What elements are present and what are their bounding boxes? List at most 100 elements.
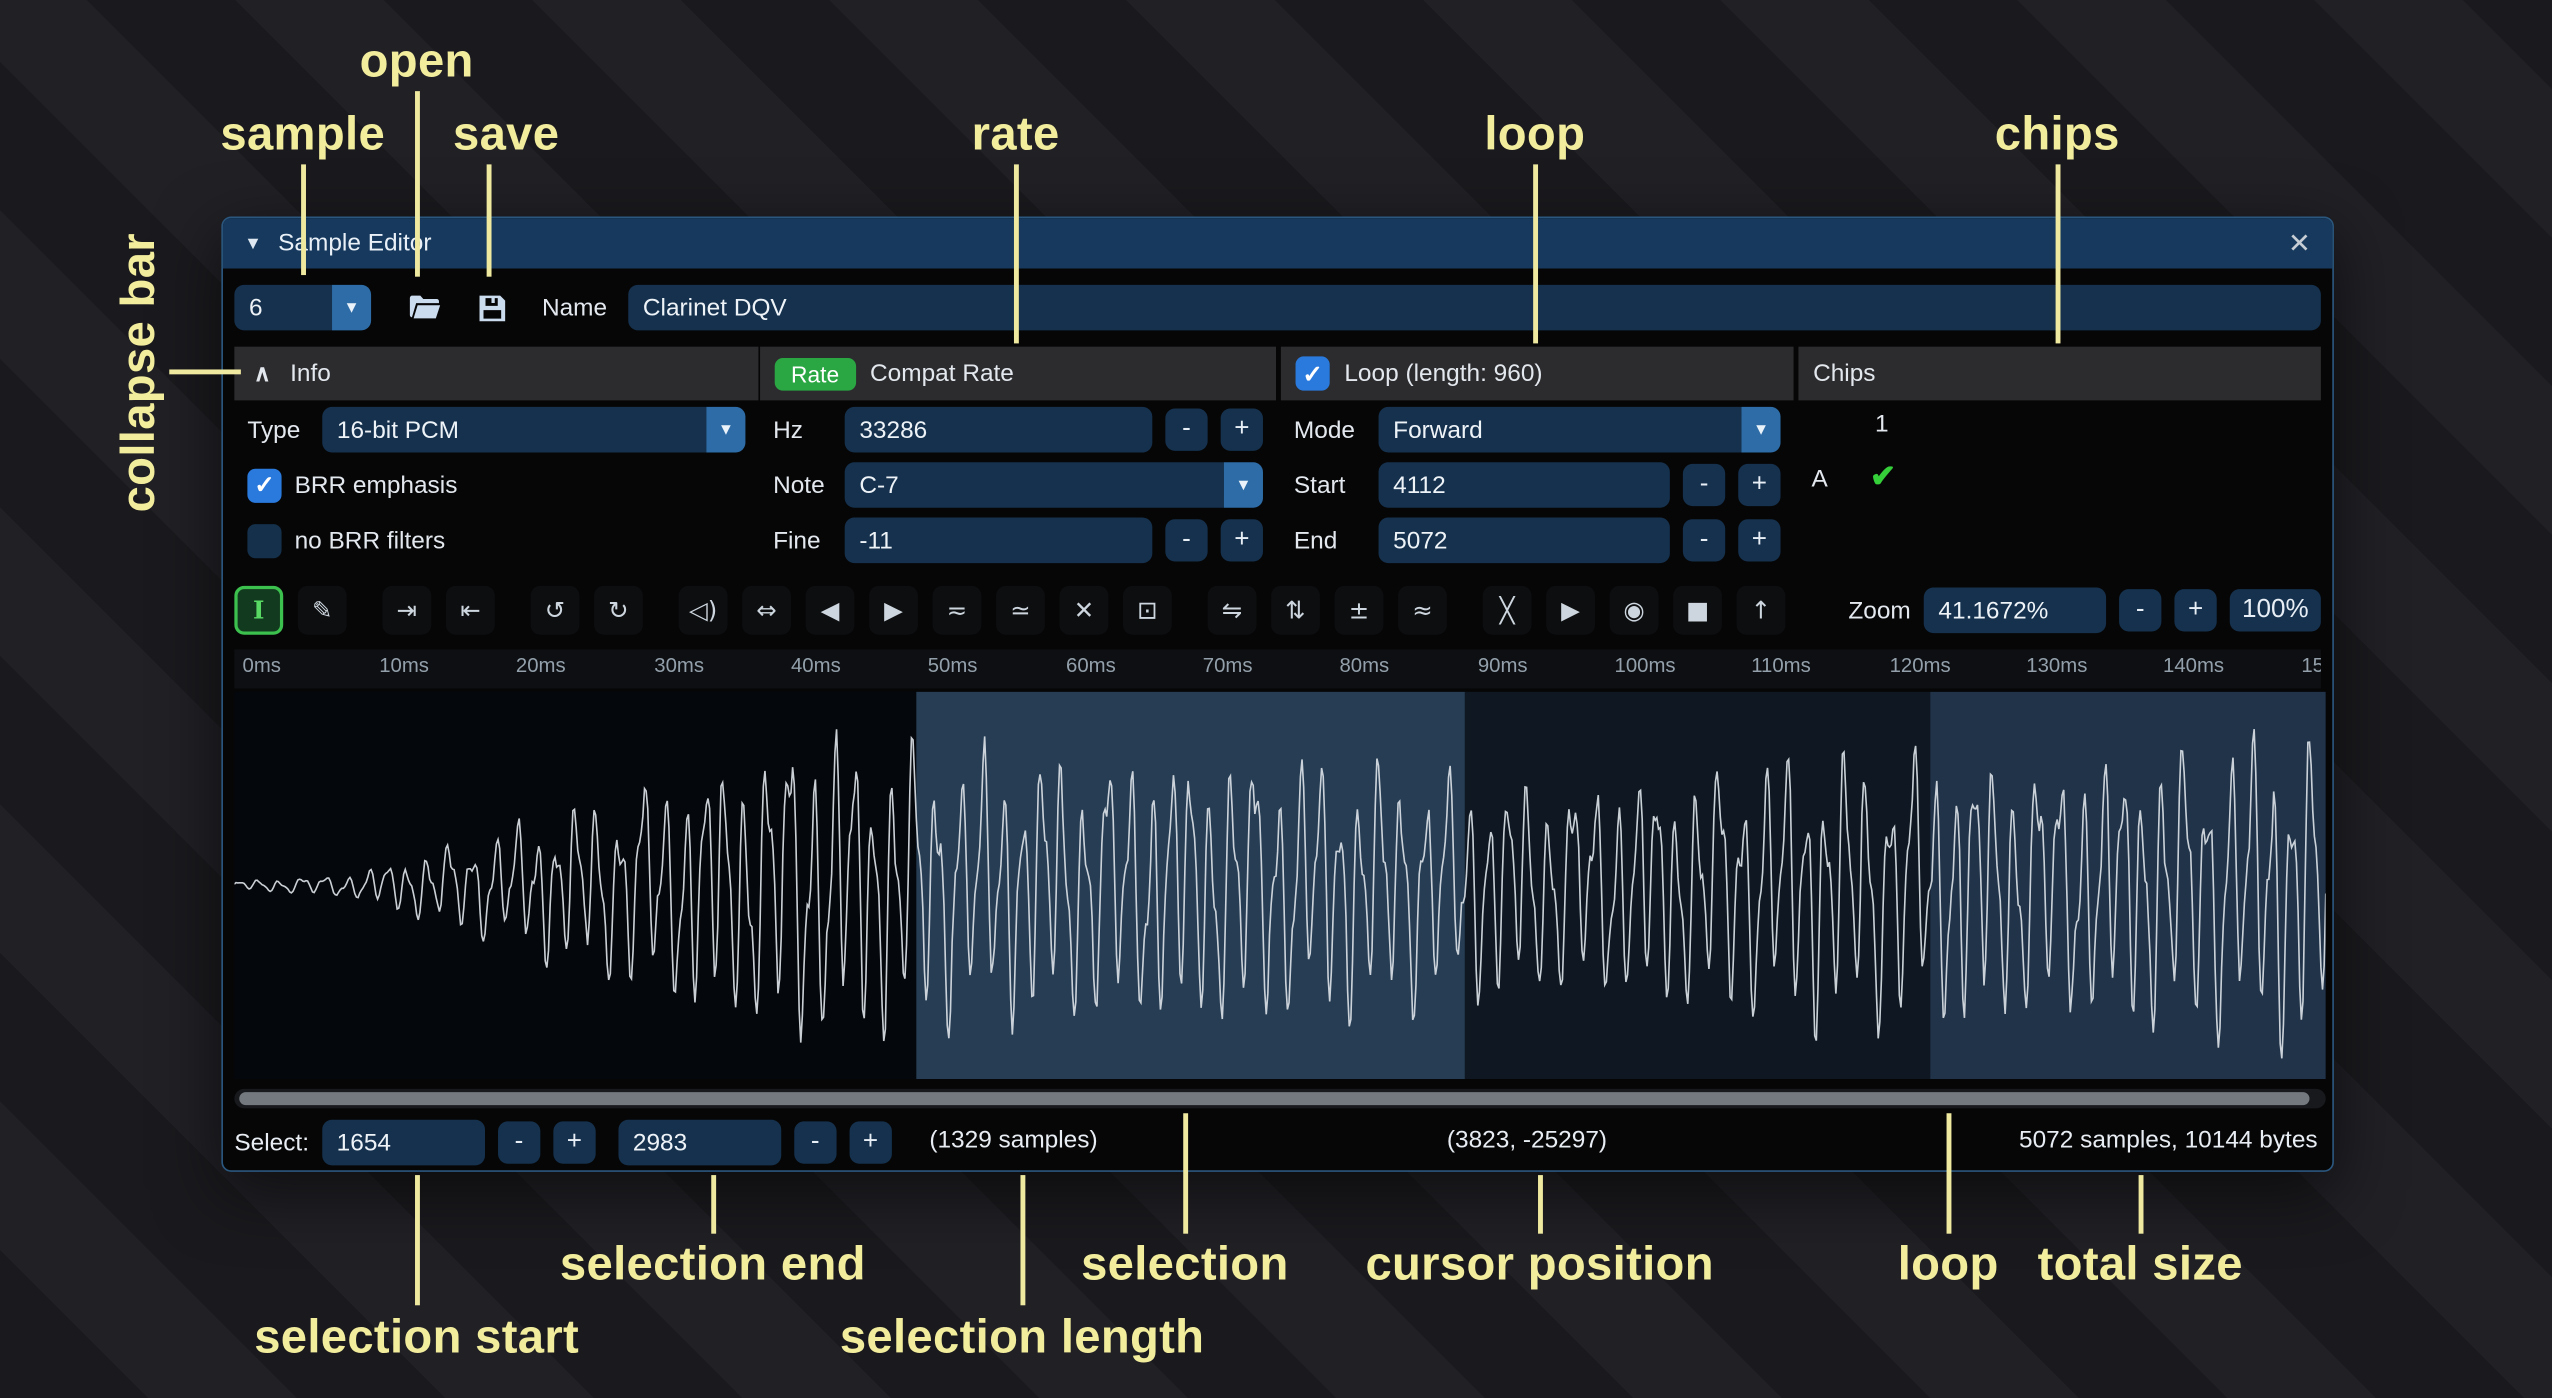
selection-end-input[interactable] [618, 1120, 781, 1166]
invert-button[interactable]: ⇅ [1271, 586, 1320, 635]
insert-silence-button[interactable]: ≂ [933, 586, 982, 635]
sign-button[interactable]: ± [1335, 586, 1384, 635]
annotation-line-chips [2056, 164, 2061, 343]
loop-start-decrease-button[interactable]: - [1683, 464, 1725, 506]
collapse-bar-button[interactable]: ∧ [249, 360, 275, 388]
annotation-sample: sample [220, 109, 385, 163]
loop-end-increase-button[interactable]: + [1738, 519, 1780, 561]
resample-button[interactable]: ⇤ [446, 586, 495, 635]
crossfade-button[interactable]: ╳ [1483, 586, 1532, 635]
ruler-label: 140ms [2163, 654, 2224, 677]
amplify-button[interactable]: ◁) [679, 586, 728, 635]
selection-end-increase-button[interactable]: + [849, 1121, 891, 1163]
trim-button[interactable]: ⊡ [1123, 586, 1172, 635]
sample-editor-window: ▼ Sample Editor ✕ 6 ▼ Name [221, 216, 2334, 1171]
zoom-input[interactable] [1924, 588, 2106, 634]
toolbar: I ✎ ⇥ ⇤ ↺ ↻ ◁) ⇔ ◀ ▶ ≂ ≃ ✕ ⊡ ⇋ ⇅ ± ≈ ╳ ▶… [234, 581, 2321, 640]
draw-tool-button[interactable]: ✎ [298, 586, 347, 635]
selection-start-decrease-button[interactable]: - [498, 1121, 540, 1163]
sample-type-select[interactable]: 16-bit PCM ▼ [322, 407, 745, 453]
brr-emphasis-checkbox[interactable]: ✓ [247, 468, 281, 502]
open-button[interactable] [402, 285, 448, 331]
sample-select-value: 6 [234, 285, 332, 331]
loop-header: Loop (length: 960) [1344, 360, 1542, 388]
fade-in-icon: ◀ [821, 596, 840, 625]
selection-end-decrease-button[interactable]: - [794, 1121, 836, 1163]
zoom-reset-button[interactable]: 100% [2230, 589, 2321, 631]
zoom-out-button[interactable]: - [2119, 589, 2161, 631]
loop-mode-label: Mode [1294, 416, 1366, 444]
total-size-text: 5072 samples, 10144 bytes [2019, 1126, 2318, 1154]
sample-select[interactable]: 6 ▼ [234, 285, 371, 331]
normalize-button[interactable]: ⇔ [742, 586, 791, 635]
annotation-selection-length: selection length [840, 1312, 1205, 1366]
export-button[interactable]: ↑ [1737, 586, 1786, 635]
ruler-label: 90ms [1478, 654, 1528, 677]
ruler-label: 150ms [2301, 654, 2321, 677]
no-brr-filters-checkbox[interactable] [247, 523, 281, 557]
stage: open sample save rate loop chips collaps… [0, 0, 2552, 1398]
resize-button[interactable]: ⇥ [382, 586, 431, 635]
zoom-in-button[interactable]: + [2174, 589, 2216, 631]
loop-enable-checkbox[interactable]: ✓ [1296, 356, 1330, 390]
chevron-down-icon[interactable]: ▼ [1741, 407, 1780, 453]
delete-button[interactable]: ✕ [1060, 586, 1109, 635]
fade-out-button[interactable]: ▶ [869, 586, 918, 635]
sample-name-input[interactable] [628, 285, 2321, 331]
annotation-loop: loop [1484, 109, 1585, 163]
annotation-chips: chips [1995, 109, 2120, 163]
invert-icon: ⇅ [1285, 596, 1305, 625]
chip-check-icon[interactable]: ✔ [1870, 459, 1896, 496]
filter-button[interactable]: ≈ [1398, 586, 1447, 635]
annotation-selection-start: selection start [254, 1312, 579, 1366]
ibeam-cursor-icon: I [253, 596, 264, 625]
scrollbar-thumb[interactable] [239, 1092, 2309, 1105]
apply-silence-button[interactable]: ≃ [996, 586, 1045, 635]
loop-end-input[interactable] [1379, 518, 1670, 564]
waveform-svg [234, 692, 2325, 1079]
title-bar[interactable]: ▼ Sample Editor ✕ [223, 218, 2332, 268]
undo-button[interactable]: ↺ [531, 586, 580, 635]
pencil-icon: ✎ [312, 596, 332, 625]
preview-button[interactable]: ▶ [1546, 586, 1595, 635]
chevron-down-icon[interactable]: ▼ [1224, 462, 1263, 508]
loop-start-input[interactable] [1379, 462, 1670, 508]
redo-button[interactable]: ↻ [594, 586, 643, 635]
note-select[interactable]: C-7 ▼ [845, 462, 1263, 508]
loop-mode-select[interactable]: Forward ▼ [1379, 407, 1781, 453]
loop-start-increase-button[interactable]: + [1738, 464, 1780, 506]
waveform-scrollbar[interactable] [234, 1089, 2325, 1109]
loop-end-decrease-button[interactable]: - [1683, 519, 1725, 561]
reverse-button[interactable]: ⇋ [1208, 586, 1257, 635]
sample-type-value: 16-bit PCM [322, 407, 706, 453]
fade-in-button[interactable]: ◀ [806, 586, 855, 635]
hz-increase-button[interactable]: + [1221, 409, 1263, 451]
hz-input[interactable] [845, 407, 1153, 453]
preview-loop-button[interactable]: ◉ [1610, 586, 1659, 635]
stop-button[interactable]: ■ [1673, 586, 1722, 635]
waveform-view[interactable] [234, 692, 2325, 1079]
hz-decrease-button[interactable]: - [1165, 409, 1207, 451]
window-collapse-icon[interactable]: ▼ [244, 234, 262, 254]
annotation-cursor-position: cursor position [1365, 1239, 1713, 1293]
stop-icon: ■ [1686, 596, 1709, 625]
save-icon [474, 291, 508, 325]
selection-start-increase-button[interactable]: + [553, 1121, 595, 1163]
fine-increase-button[interactable]: + [1221, 519, 1263, 561]
chevron-down-icon[interactable]: ▼ [332, 285, 371, 331]
ruler-label: 110ms [1751, 654, 1811, 677]
ruler-label: 120ms [1890, 654, 1951, 677]
redo-icon: ↻ [608, 596, 628, 625]
info-header: Info [290, 360, 331, 388]
fine-input[interactable] [845, 518, 1153, 564]
save-button[interactable] [469, 285, 515, 331]
chevron-down-icon[interactable]: ▼ [706, 407, 745, 453]
select-tool-button[interactable]: I [234, 586, 283, 635]
brr-emphasis-label: BRR emphasis [295, 471, 458, 499]
annotation-open: open [360, 36, 474, 90]
selection-start-input[interactable] [322, 1120, 485, 1166]
fade-out-icon: ▶ [884, 596, 903, 625]
close-button[interactable]: ✕ [2288, 227, 2311, 260]
sections: ∧ Info Type 16-bit PCM ▼ ✓ BRR emphasis [234, 347, 2321, 567]
fine-decrease-button[interactable]: - [1165, 519, 1207, 561]
